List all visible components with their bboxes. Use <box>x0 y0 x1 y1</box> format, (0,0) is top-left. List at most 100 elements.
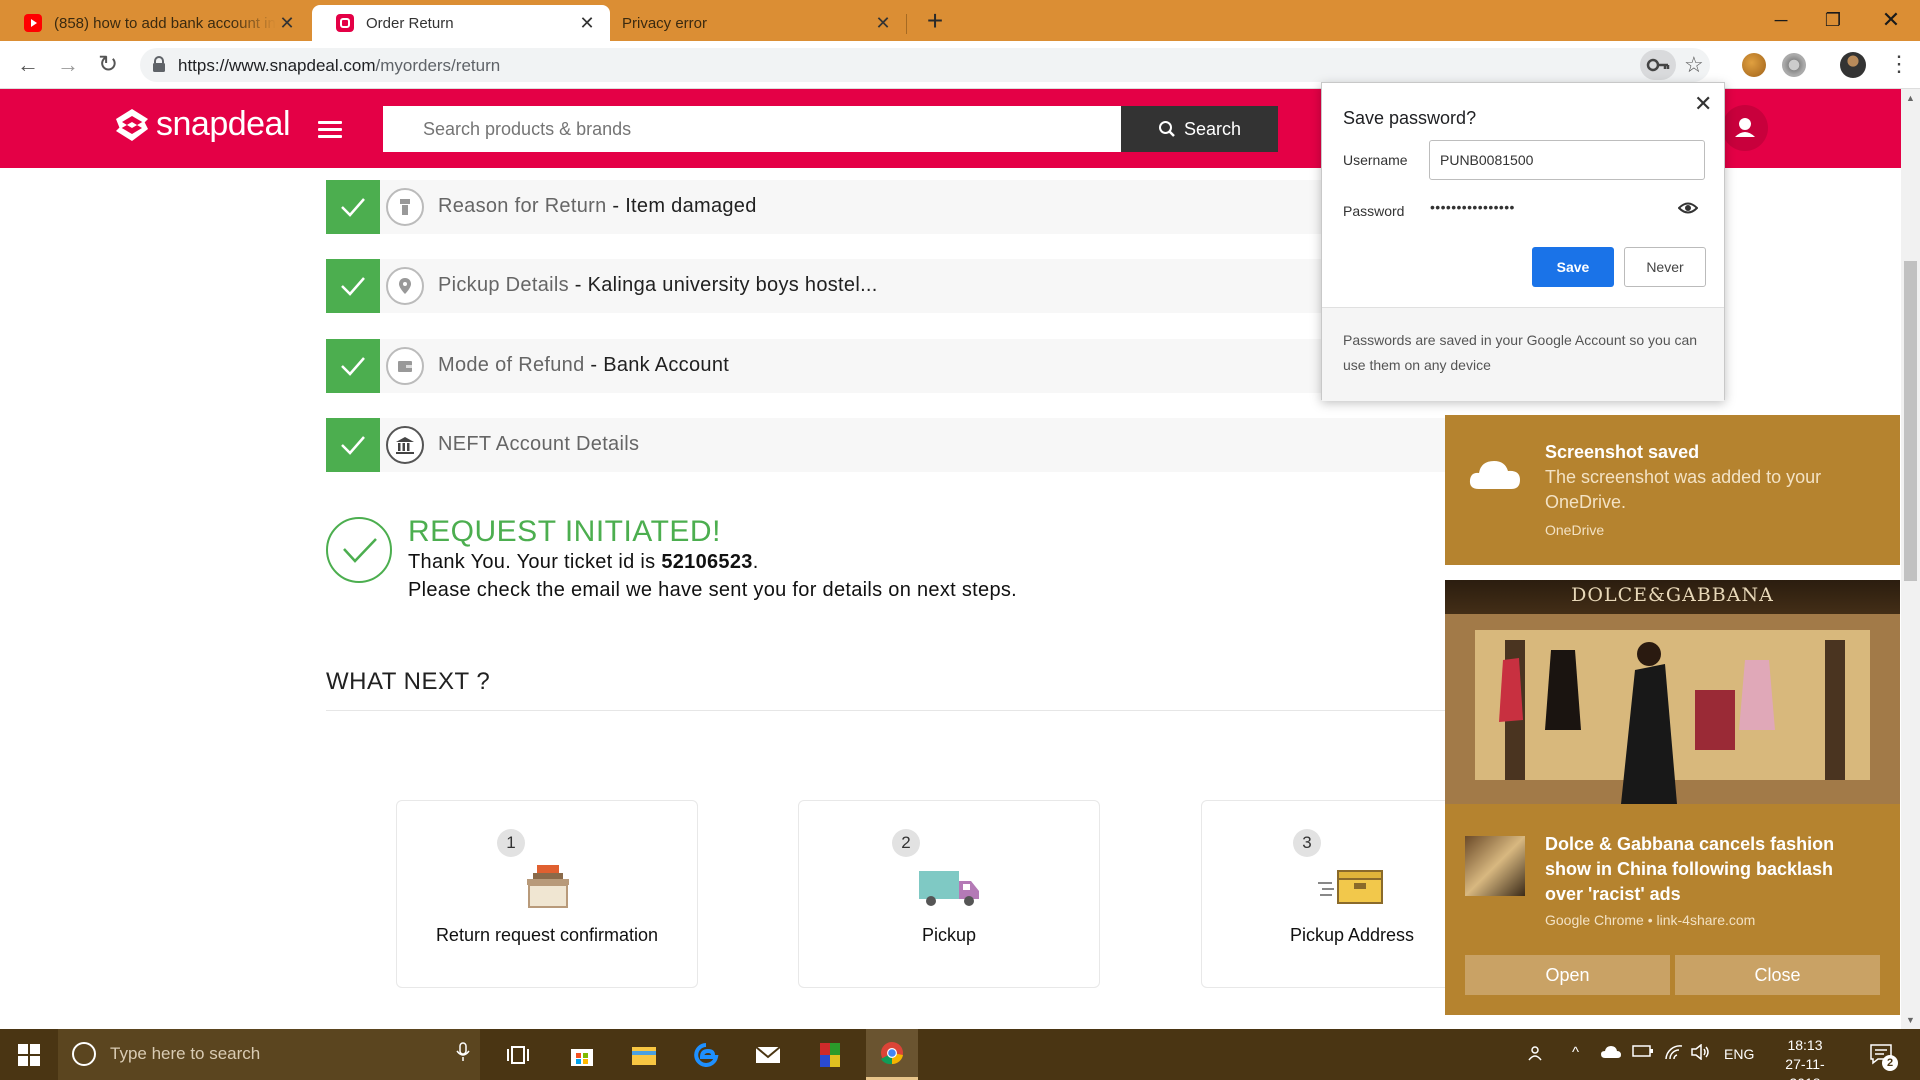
news-notification-toast[interactable]: DOLCE&GABBANA Dolce & Gabbana cancels fa… <box>1445 580 1900 1015</box>
step-value: - Item damaged <box>606 195 757 217</box>
battery-icon[interactable] <box>1632 1044 1654 1062</box>
snapdeal-logo-icon[interactable] <box>114 107 150 143</box>
taskbar-search-box[interactable]: Type here to search <box>58 1029 480 1080</box>
chrome-icon[interactable] <box>866 1029 918 1080</box>
checkmark-icon <box>326 339 380 393</box>
step-neft-account-details[interactable]: NEFT Account Details <box>326 418 1446 472</box>
search-button[interactable]: Search <box>1121 106 1278 152</box>
search-icon <box>1158 121 1175 137</box>
step-text: Pickup Details - Kalinga university boys… <box>438 274 878 297</box>
profile-avatar[interactable] <box>1840 52 1866 78</box>
edge-icon[interactable] <box>680 1029 732 1080</box>
step-number-badge: 1 <box>497 829 525 857</box>
step-value: - Kalinga university boys hostel... <box>568 274 878 296</box>
tab-privacy-error[interactable]: Privacy error ✕ <box>610 5 906 41</box>
back-icon[interactable]: ← <box>14 51 42 79</box>
key-icon[interactable] <box>1640 50 1676 80</box>
gear-extension-icon[interactable] <box>1782 53 1806 77</box>
step-reason-for-return[interactable]: Reason for Return - Item damaged <box>326 180 1446 234</box>
window-close-icon[interactable]: ✕ <box>1868 4 1914 36</box>
onedrive-tray-icon[interactable] <box>1600 1044 1622 1064</box>
checkmark-icon <box>326 259 380 313</box>
search-button-label: Search <box>1183 118 1242 139</box>
save-button[interactable]: Save <box>1532 247 1614 287</box>
dialog-footer-text: Passwords are saved in your Google Accou… <box>1322 307 1724 401</box>
wifi-icon[interactable] <box>1664 1044 1684 1064</box>
never-button[interactable]: Never <box>1624 247 1706 287</box>
request-initiated-title: REQUEST INITIATED! <box>408 515 721 548</box>
store-photo: DOLCE&GABBANA <box>1445 580 1900 804</box>
browser-tab-strip: (858) how to add bank account in ✕ Order… <box>0 0 1920 41</box>
clock-time: 18:13 <box>1787 1037 1823 1053</box>
url-text: https://www.snapdeal.com/myorders/return <box>178 56 500 76</box>
open-button[interactable]: Open <box>1465 955 1670 995</box>
tab-title: (858) how to add bank account in <box>54 14 276 32</box>
step-text: Mode of Refund - Bank Account <box>438 354 729 377</box>
new-tab-icon[interactable]: + <box>920 6 950 36</box>
chevron-up-icon[interactable]: ^ <box>1572 1044 1579 1061</box>
microphone-icon[interactable] <box>456 1042 470 1067</box>
file-explorer-icon[interactable] <box>618 1029 670 1080</box>
toast-source: OneDrive <box>1545 522 1605 538</box>
winrar-icon[interactable] <box>804 1029 856 1080</box>
notification-count-badge: 2 <box>1882 1055 1898 1071</box>
address-bar[interactable]: https://www.snapdeal.com/myorders/return… <box>140 48 1710 82</box>
cookie-extension-icon[interactable] <box>1742 53 1766 77</box>
ticket-message: Thank You. Your ticket id is 52106523. <box>408 551 759 574</box>
reason-icon <box>386 188 424 226</box>
youtube-icon <box>24 14 42 32</box>
tab-close-icon[interactable]: ✕ <box>576 13 598 34</box>
tab-order-return[interactable]: Order Return ✕ <box>312 5 610 41</box>
close-button[interactable]: Close <box>1675 955 1880 995</box>
step-pickup-details[interactable]: Pickup Details - Kalinga university boys… <box>326 259 1446 313</box>
step-mode-of-refund[interactable]: Mode of Refund - Bank Account <box>326 339 1446 393</box>
clock-date: 27-11-2018 <box>1785 1056 1825 1080</box>
language-indicator[interactable]: ENG <box>1724 1046 1754 1062</box>
step-label: Mode of Refund <box>438 354 585 376</box>
volume-icon[interactable] <box>1690 1043 1710 1064</box>
restore-icon[interactable]: ❐ <box>1810 4 1856 36</box>
location-icon <box>386 267 424 305</box>
snapdeal-icon <box>336 14 354 32</box>
store-icon[interactable] <box>556 1029 608 1080</box>
tab-close-icon[interactable]: ✕ <box>276 13 298 34</box>
page-scrollbar[interactable]: ▲ ▼ <box>1901 89 1920 1029</box>
tab-close-icon[interactable]: ✕ <box>872 13 894 34</box>
screenshot-saved-toast[interactable]: Screenshot saved The screenshot was adde… <box>1445 415 1900 565</box>
success-check-icon <box>326 517 392 583</box>
close-icon[interactable]: ✕ <box>1694 91 1712 117</box>
taskbar-search-placeholder: Type here to search <box>110 1044 261 1063</box>
step-value: - Bank Account <box>584 354 730 376</box>
minimize-icon[interactable]: ─ <box>1758 4 1804 36</box>
menu-dots-icon[interactable]: ⋮ <box>1888 51 1910 77</box>
snapdeal-logo-text[interactable]: snapdeal <box>156 105 291 144</box>
step-label: NEFT Account Details <box>438 433 640 455</box>
tab-youtube[interactable]: (858) how to add bank account in ✕ <box>0 5 310 41</box>
forward-icon[interactable]: → <box>54 51 82 79</box>
scroll-up-icon[interactable]: ▲ <box>1906 93 1915 103</box>
email-message: Please check the email we have sent you … <box>408 579 1018 601</box>
hamburger-menu-icon[interactable] <box>318 121 342 139</box>
system-clock[interactable]: 18:13 27-11-2018 <box>1770 1036 1840 1080</box>
next-step-card: 1 Return request confirmation <box>396 800 698 988</box>
bookmark-star-icon[interactable]: ☆ <box>1684 52 1704 78</box>
scroll-down-icon[interactable]: ▼ <box>1906 1015 1915 1025</box>
next-step-card: 2 Pickup <box>798 800 1100 988</box>
search-input[interactable] <box>383 106 1121 152</box>
windows-start-icon[interactable] <box>18 1044 40 1066</box>
step-label: Reason for Return <box>438 195 607 217</box>
user-account-icon[interactable] <box>1722 105 1768 151</box>
password-field[interactable]: •••••••••••••••• <box>1430 199 1515 215</box>
tab-separator <box>906 14 907 34</box>
eye-icon[interactable] <box>1678 201 1698 215</box>
task-view-icon[interactable] <box>494 1029 546 1080</box>
scrollbar-thumb[interactable] <box>1904 261 1917 581</box>
cloud-icon <box>1469 461 1520 489</box>
bank-icon <box>386 426 424 464</box>
what-next-heading: WHAT NEXT ? <box>326 668 491 695</box>
lock-icon <box>153 56 165 72</box>
username-field[interactable] <box>1429 140 1705 180</box>
people-icon[interactable] <box>1528 1044 1546 1066</box>
mail-icon[interactable] <box>742 1029 794 1080</box>
reload-icon[interactable]: ↻ <box>94 51 122 79</box>
